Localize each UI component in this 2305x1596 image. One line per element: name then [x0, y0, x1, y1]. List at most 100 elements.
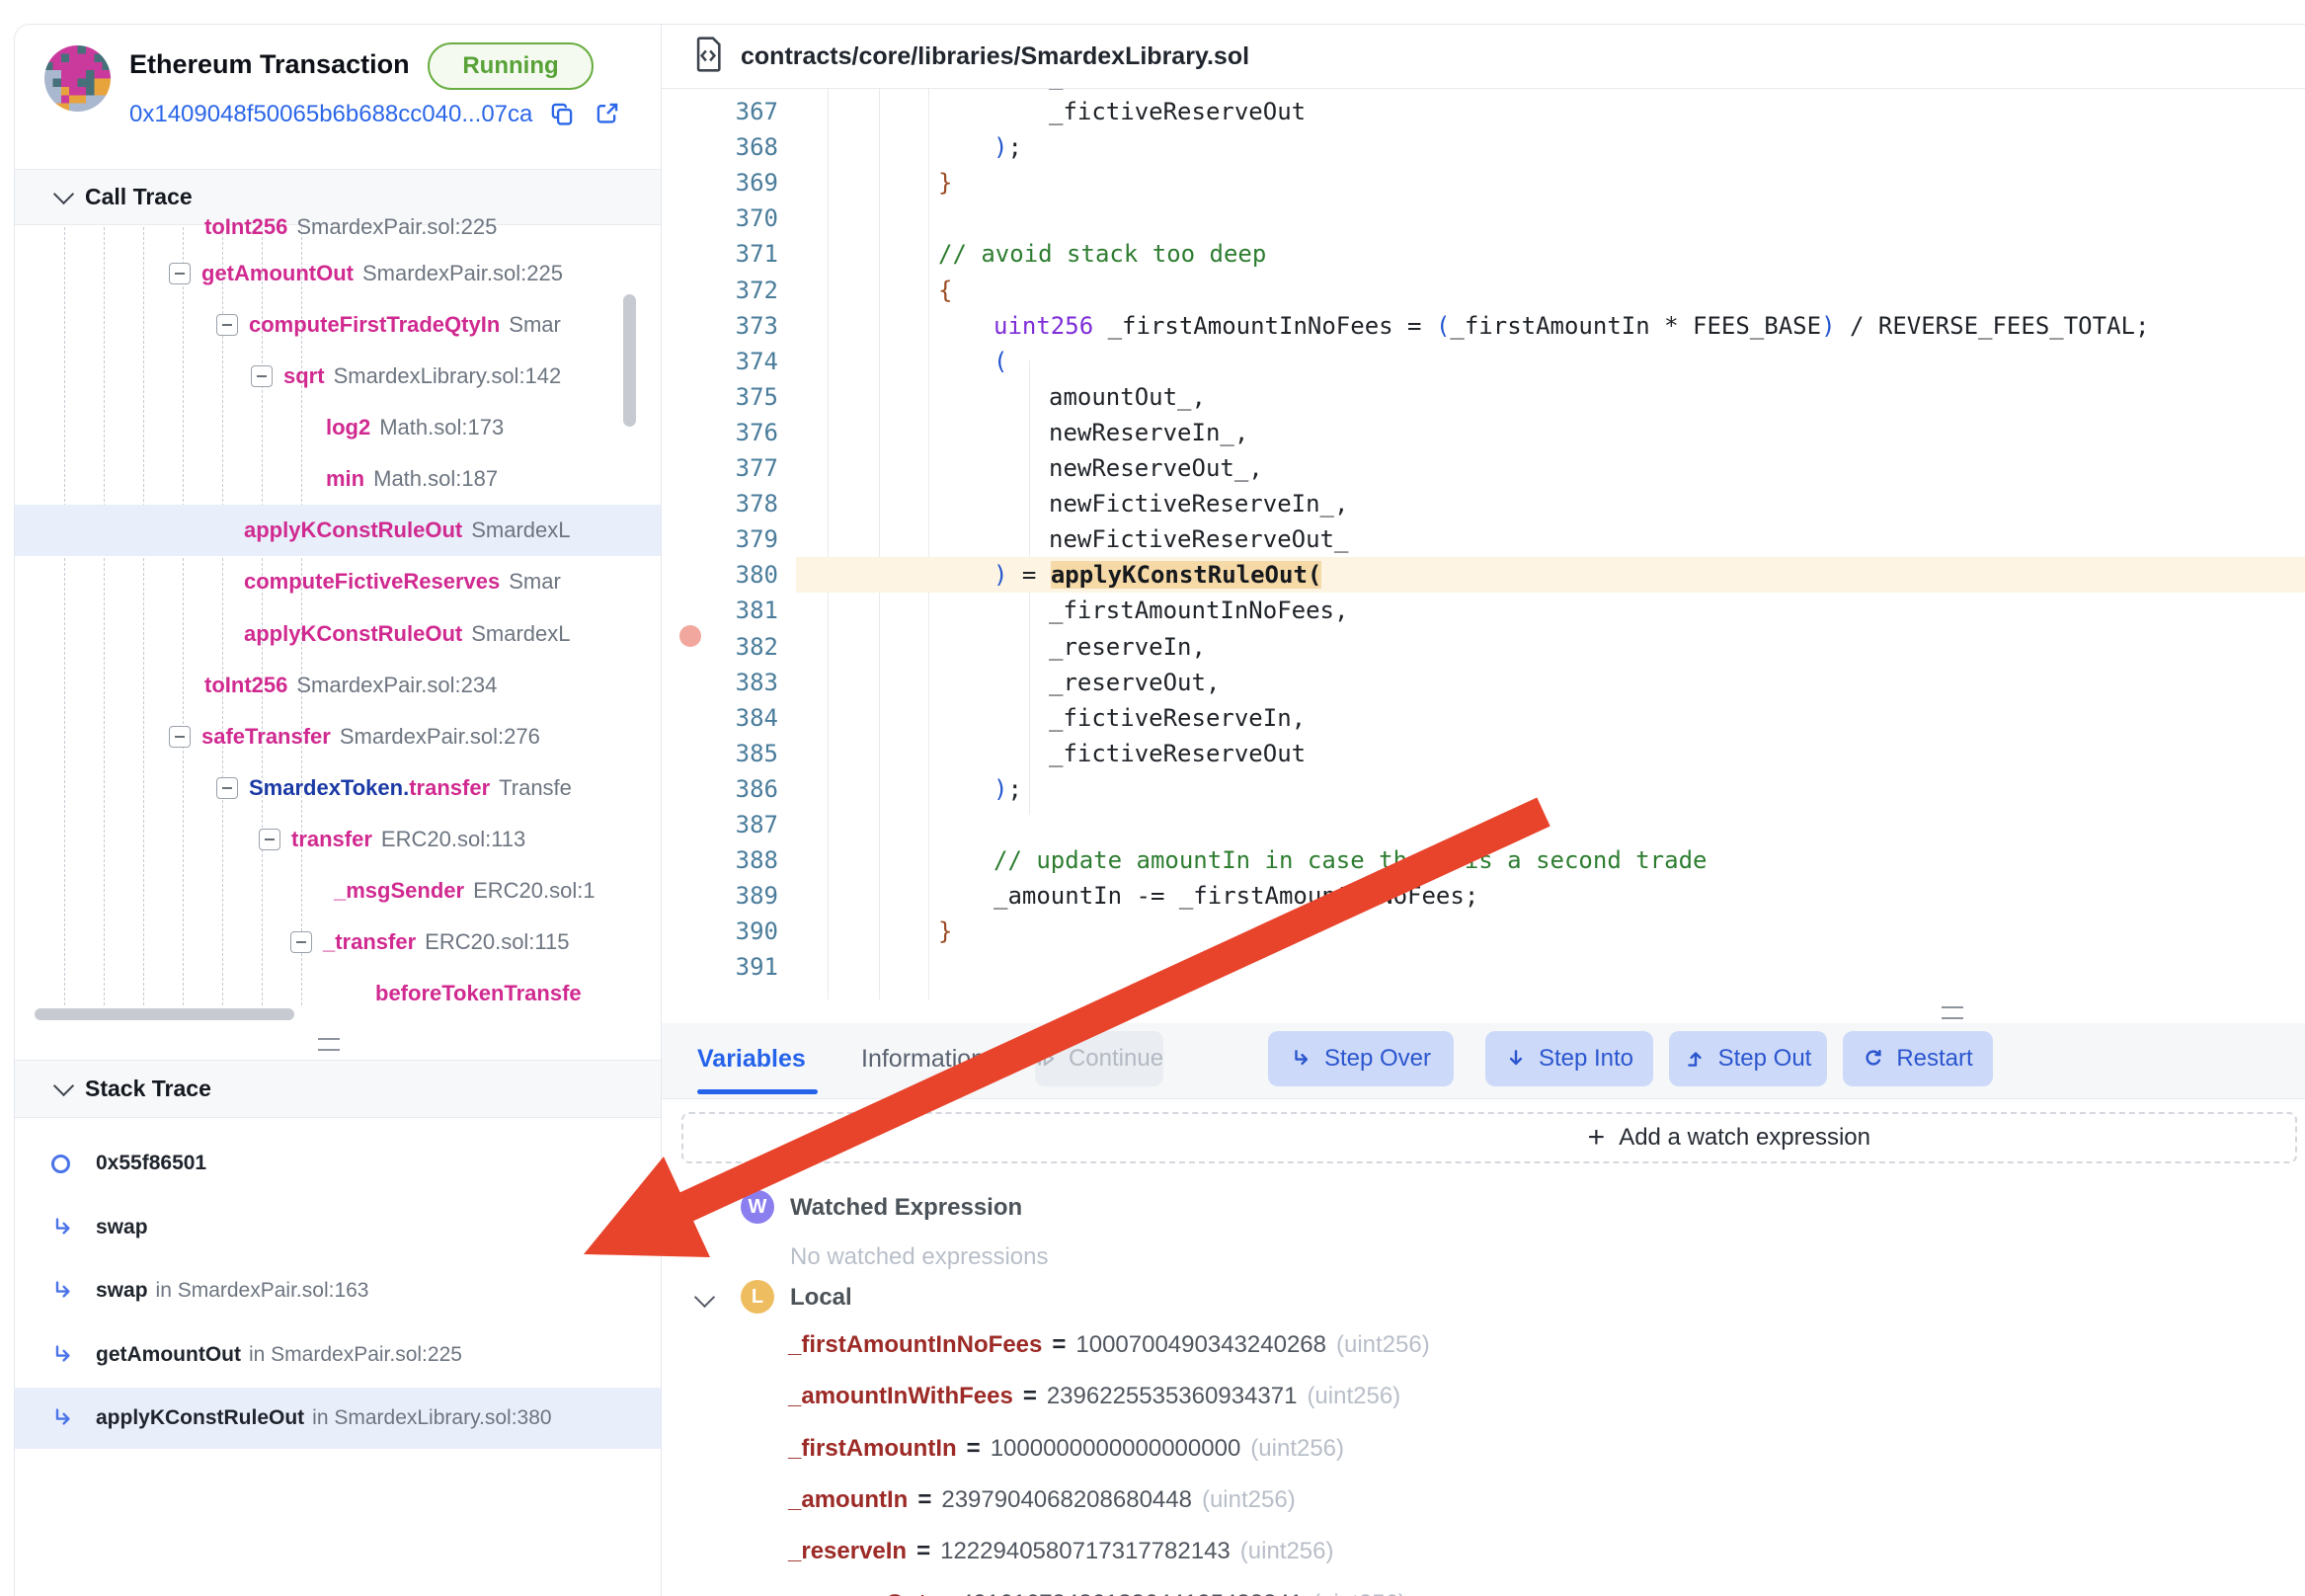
line-number[interactable]: 391	[662, 953, 778, 981]
code-line[interactable]: 375 amountOut_,	[662, 379, 2305, 415]
call-trace-row[interactable]: min Math.sol:187	[15, 453, 661, 505]
line-number[interactable]: 385	[662, 740, 778, 767]
line-number[interactable]: 377	[662, 454, 778, 482]
code-line[interactable]: 382 _reserveIn,	[662, 629, 2305, 665]
collapse-toggle-icon[interactable]	[216, 777, 238, 799]
line-number[interactable]: 380	[662, 561, 778, 589]
collapse-toggle-icon[interactable]	[216, 314, 238, 336]
code-line[interactable]: 383 _reserveOut,	[662, 665, 2305, 700]
line-number[interactable]: 386	[662, 775, 778, 803]
equals-sign: =	[1022, 1383, 1037, 1410]
line-number[interactable]: 379	[662, 525, 778, 553]
collapse-toggle-icon[interactable]	[169, 726, 191, 748]
code-line[interactable]: 377 newReserveOut_,	[662, 450, 2305, 486]
call-trace-row[interactable]: computeFictiveReserves Smar	[15, 556, 661, 607]
code-line[interactable]: 380) = applyKConstRuleOut(	[662, 557, 2305, 594]
call-trace-row[interactable]: applyKConstRuleOut SmardexL	[15, 608, 661, 660]
code-line[interactable]: 368);	[662, 129, 2305, 165]
line-number[interactable]: 370	[662, 204, 778, 232]
call-trace-row[interactable]: toInt256 SmardexPair.sol:234	[15, 660, 661, 711]
code-line[interactable]: 390}	[662, 914, 2305, 949]
line-number[interactable]: 368	[662, 133, 778, 161]
step-into-button[interactable]: Step Into	[1485, 1031, 1653, 1086]
code-line[interactable]: 385 _fictiveReserveOut	[662, 736, 2305, 771]
line-number[interactable]: 381	[662, 597, 778, 624]
code-line[interactable]: 373 uint256 _firstAmountInNoFees = (_firs…	[662, 308, 2305, 344]
line-number[interactable]: 371	[662, 240, 778, 268]
line-number[interactable]: 367	[662, 98, 778, 125]
call-trace-row[interactable]: getAmountOut SmardexPair.sol:225	[15, 248, 661, 299]
variable-type: (uint256)	[1201, 1485, 1296, 1513]
code-line[interactable]: 376 newReserveIn_,	[662, 415, 2305, 450]
stack-frame-row[interactable]: swap in SmardexPair.sol:163	[15, 1260, 661, 1321]
local-variable-row[interactable]: _amountIn = 2397904068208680448 (uint256)	[788, 1486, 1296, 1514]
line-number[interactable]: 375	[662, 383, 778, 411]
code-line[interactable]: 389 _amountIn -= _firstAmountInNoFees;	[662, 878, 2305, 914]
call-trace-row[interactable]: beforeTokenTransfe	[15, 968, 661, 1019]
local-variable-row[interactable]: _firstAmountIn = 1000000000000000000 (uint2…	[788, 1435, 1344, 1463]
call-trace-row[interactable]: safeTransfer SmardexPair.sol:276	[15, 711, 661, 762]
collapse-toggle-icon[interactable]	[259, 829, 280, 850]
tab-variables[interactable]: Variables	[697, 1023, 806, 1094]
code-line[interactable]: 374 (	[662, 344, 2305, 379]
code-line[interactable]: 384 _fictiveReserveIn,	[662, 700, 2305, 736]
panel-resize-handle[interactable]	[1942, 1006, 1963, 1019]
line-number[interactable]: 383	[662, 669, 778, 696]
line-number[interactable]: 376	[662, 419, 778, 446]
stack-frame-row[interactable]: getAmountOut in SmardexPair.sol:225	[15, 1324, 661, 1386]
line-number[interactable]: 387	[662, 811, 778, 838]
call-trace-row[interactable]: applyKConstRuleOut SmardexL	[15, 505, 661, 556]
code-line[interactable]: 372 {	[662, 273, 2305, 308]
variable-name: _firstAmountIn	[788, 1434, 957, 1462]
code-line[interactable]: 371 // avoid stack too deep	[662, 236, 2305, 272]
code-editor[interactable]: 366 _fictiveReserveIn, 367 _fictiveReserveO…	[662, 89, 2305, 999]
code-line[interactable]: 370	[662, 200, 2305, 236]
code-line[interactable]: 378 newFictiveReserveIn_,	[662, 486, 2305, 521]
code-line[interactable]: 386);	[662, 771, 2305, 807]
code-line[interactable]: 381 _firstAmountInNoFees,	[662, 593, 2305, 628]
line-number[interactable]: 369	[662, 169, 778, 197]
code-line[interactable]: 367 _fictiveReserveOut	[662, 94, 2305, 129]
line-number[interactable]: 373	[662, 312, 778, 340]
step-over-button[interactable]: Step Over	[1268, 1031, 1454, 1086]
stack-frame-row[interactable]: swap	[15, 1197, 661, 1258]
continue-button[interactable]: Continue	[1035, 1031, 1163, 1086]
step-out-button[interactable]: Step Out	[1669, 1031, 1827, 1086]
code-line[interactable]: 387	[662, 807, 2305, 842]
local-variable-row[interactable]: _reserveOut = 49161678486188644195488841 (u…	[788, 1590, 1406, 1596]
call-trace-row[interactable]: _msgSender ERC20.sol:1	[15, 865, 661, 917]
tab-information[interactable]: Information	[861, 1023, 985, 1094]
line-number[interactable]: 389	[662, 882, 778, 910]
code-line[interactable]: 391	[662, 949, 2305, 985]
line-number[interactable]: 388	[662, 846, 778, 874]
code-line[interactable]: 379 newFictiveReserveOut_	[662, 521, 2305, 557]
call-trace-row[interactable]: log2 Math.sol:173	[15, 402, 661, 453]
breakpoint-dot[interactable]	[679, 625, 701, 647]
restart-button[interactable]: Restart	[1843, 1031, 1993, 1086]
code-line[interactable]: 369}	[662, 165, 2305, 200]
call-trace-row[interactable]: sqrt SmardexLibrary.sol:142	[15, 351, 661, 402]
line-number[interactable]: 372	[662, 277, 778, 304]
line-number[interactable]: 378	[662, 490, 778, 518]
stack-frame-row[interactable]: 0x55f86501	[15, 1133, 661, 1194]
code-token: =	[1007, 561, 1051, 590]
collapse-toggle-icon[interactable]	[251, 365, 273, 387]
line-number[interactable]: 390	[662, 918, 778, 945]
code-token: {	[938, 276, 953, 304]
line-number[interactable]: 384	[662, 704, 778, 732]
equals-sign: =	[966, 1434, 981, 1462]
call-trace-row[interactable]: computeFirstTradeQtyIn Smar	[15, 299, 661, 351]
call-trace-row[interactable]: SmardexToken. transfer Transfe	[15, 762, 661, 814]
collapse-toggle-icon[interactable]	[169, 263, 191, 284]
local-variable-row[interactable]: _amountInWithFees = 2396225535360934371 (ui…	[788, 1383, 1400, 1410]
line-number[interactable]: 374	[662, 348, 778, 375]
call-trace-row[interactable]: transfer ERC20.sol:113	[15, 814, 661, 865]
code-line[interactable]: 388 // update amountIn in case there is a…	[662, 842, 2305, 878]
call-trace-row[interactable]: _transfer ERC20.sol:115	[15, 917, 661, 968]
local-variable-row[interactable]: _firstAmountInNoFees = 1000700490343240268…	[788, 1331, 1430, 1359]
stack-frame-row[interactable]: applyKConstRuleOut in SmardexLibrary.sol:…	[15, 1388, 661, 1449]
call-trace-row[interactable]: toInt256 SmardexPair.sol:225	[15, 201, 661, 253]
collapse-toggle-icon[interactable]	[290, 931, 312, 953]
line-number[interactable]: 366	[662, 89, 778, 90]
local-variable-row[interactable]: _reserveIn = 1222940580717317782143 (uint25…	[788, 1538, 1334, 1565]
